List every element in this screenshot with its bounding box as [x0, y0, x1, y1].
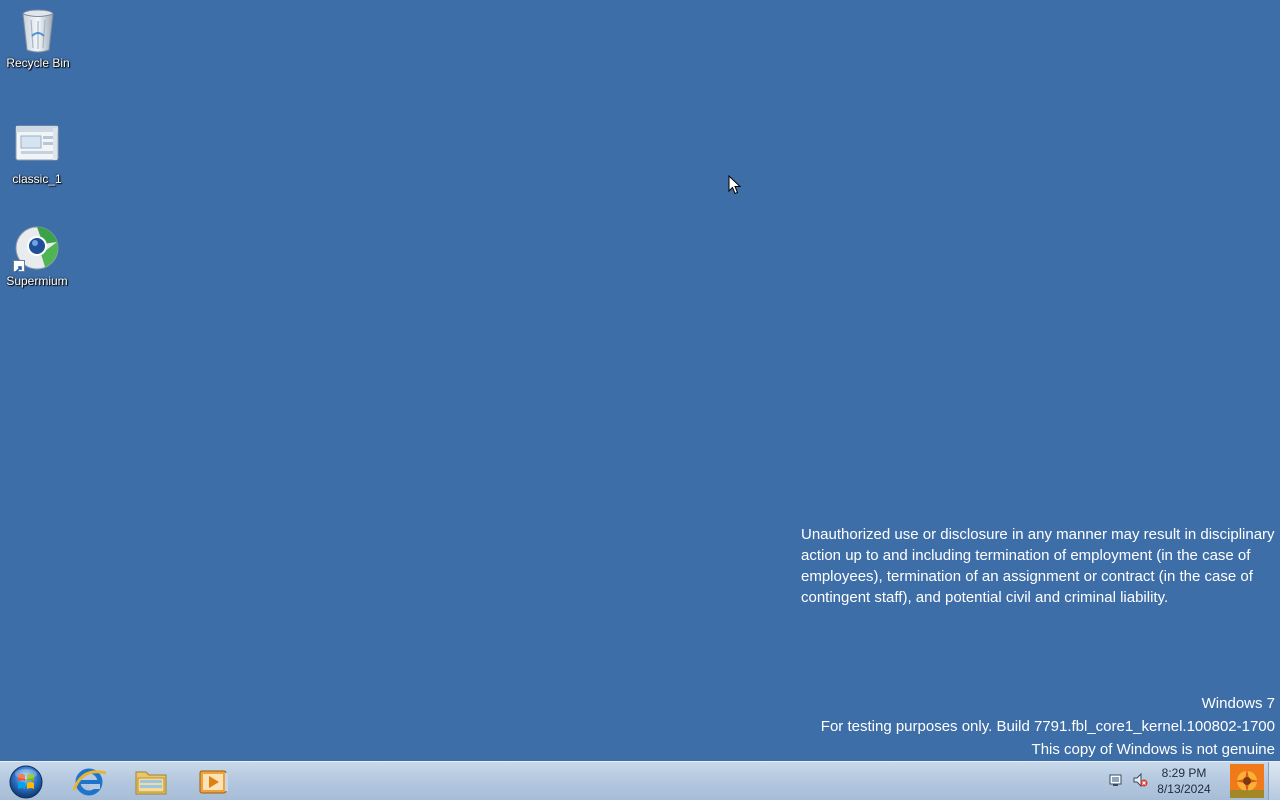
clock-date: 8/13/2024	[1157, 782, 1211, 796]
taskbar-media-player-button[interactable]	[184, 763, 242, 799]
internet-explorer-icon	[72, 768, 107, 796]
windows-start-orb-icon	[9, 765, 43, 799]
watermark-build: For testing purposes only. Build 7791.fb…	[820, 718, 1275, 735]
desktop-icon-supermium[interactable]: Supermium	[0, 224, 74, 288]
taskbar-internet-explorer-button[interactable]	[60, 763, 118, 799]
media-player-icon	[199, 770, 228, 794]
show-desktop-button[interactable]	[1268, 762, 1280, 800]
taskbar-clock[interactable]: 8:29 PM 8/13/2024	[1152, 765, 1216, 797]
user-flower-tile-icon[interactable]	[1230, 764, 1264, 798]
action-center-flag-icon[interactable]	[1108, 772, 1124, 788]
security-warning-text: Unauthorized use or disclosure in any ma…	[801, 526, 1275, 606]
desktop[interactable]: Recycle Bin classic_1 Supermium Unauthor…	[0, 0, 1280, 761]
start-button[interactable]	[6, 764, 46, 799]
desktop-icon-recycle-bin[interactable]: Recycle Bin	[1, 6, 75, 70]
windows-watermark: Windows 7 For testing purposes only. Bui…	[821, 692, 1275, 761]
watermark-os-name: Windows 7	[1201, 695, 1275, 712]
desktop-icon-label: Recycle Bin	[6, 56, 70, 70]
desktop-icon-label: Supermium	[6, 274, 68, 288]
mouse-cursor-icon	[728, 174, 742, 195]
clock-time: 8:29 PM	[1161, 766, 1207, 780]
supermium-browser-icon	[13, 224, 61, 273]
folder-explorer-icon	[135, 771, 167, 795]
taskbar: 8:29 PM 8/13/2024	[0, 761, 1280, 800]
document-window-icon	[13, 122, 61, 170]
taskbar-windows-explorer-button[interactable]	[122, 763, 180, 799]
volume-muted-icon[interactable]	[1132, 772, 1148, 788]
watermark-genuine-notice: This copy of Windows is not genuine	[1031, 741, 1275, 758]
shortcut-arrow-icon	[13, 260, 25, 273]
notification-area: 8:29 PM 8/13/2024	[1100, 762, 1280, 800]
recycle-bin-icon	[14, 6, 62, 54]
desktop-icon-label: classic_1	[12, 172, 62, 186]
desktop-icon-classic-1[interactable]: classic_1	[0, 122, 74, 186]
